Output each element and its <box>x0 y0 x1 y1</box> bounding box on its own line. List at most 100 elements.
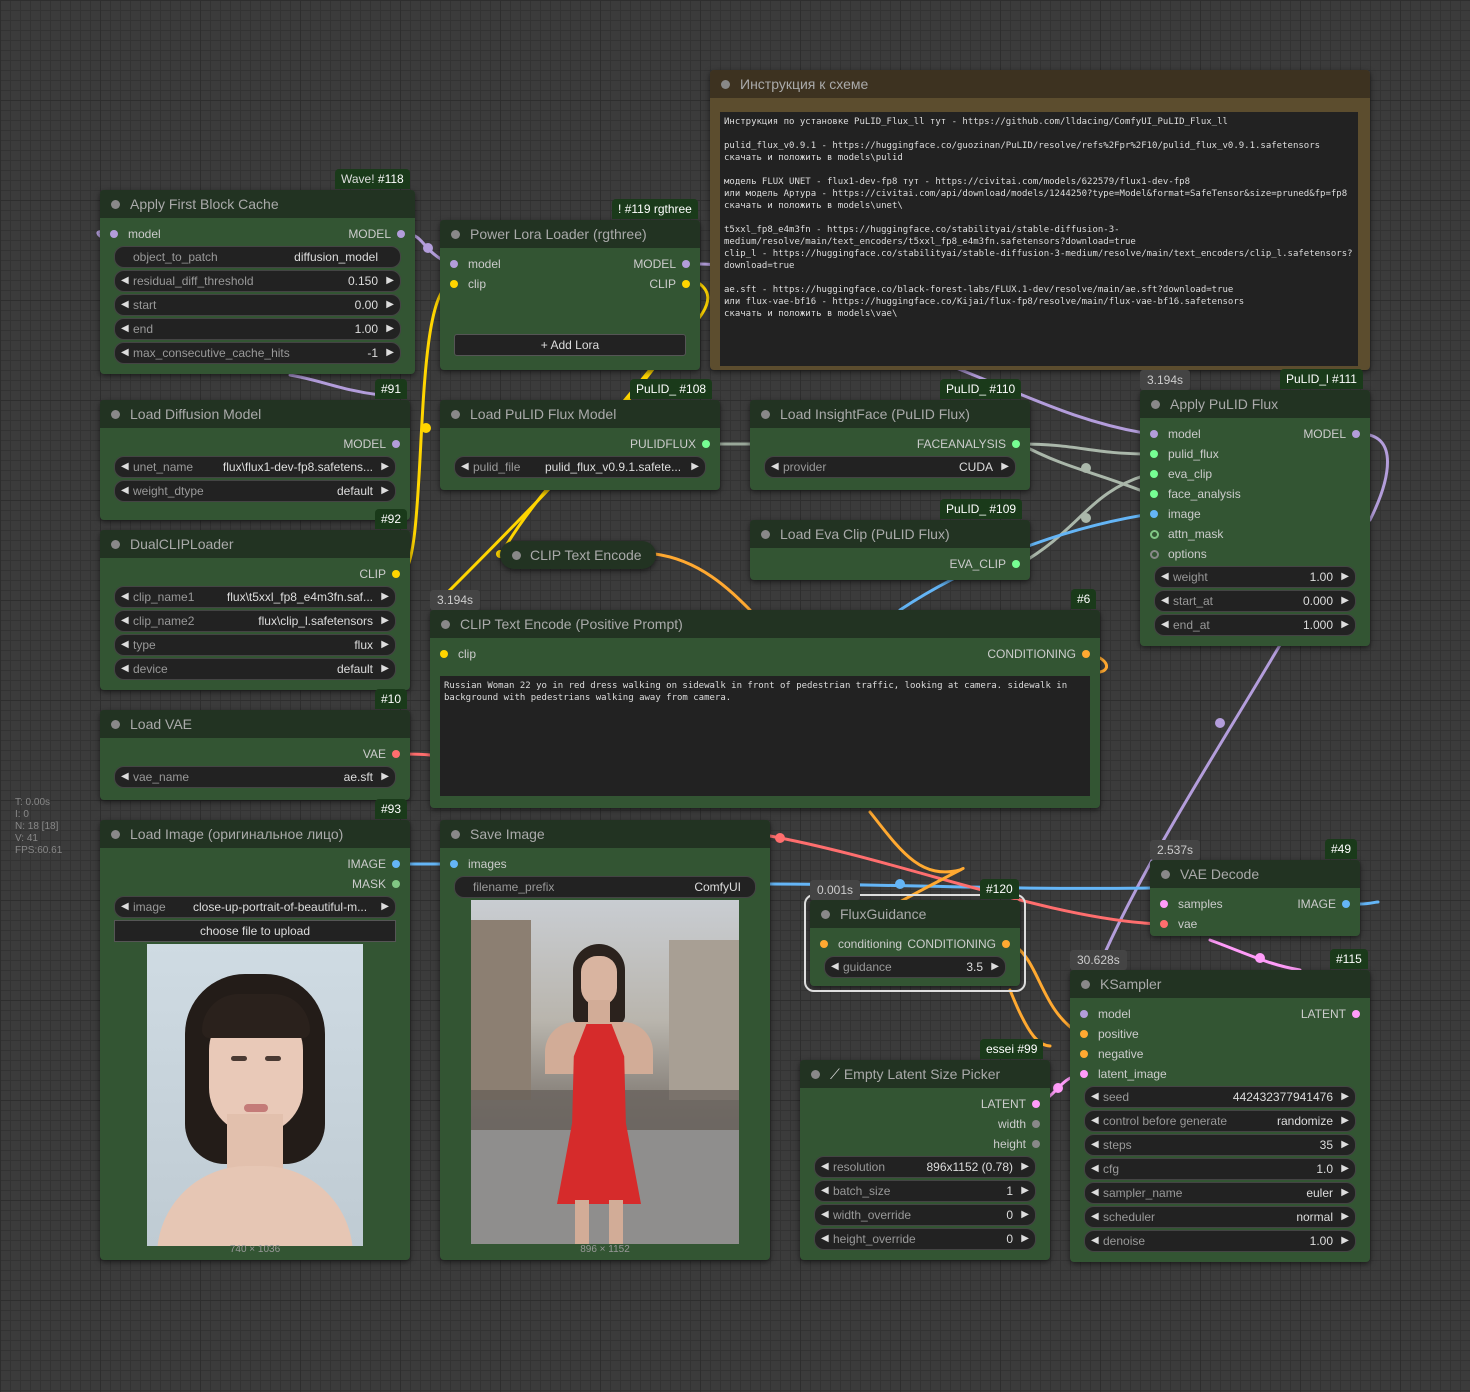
output-latent[interactable]: LATENT <box>981 1094 1040 1114</box>
load-vae-node[interactable]: Load VAE VAE ◀ vae_name ae.sft ▶ <box>100 710 410 800</box>
input-model[interactable]: model <box>110 224 161 244</box>
socket-icon[interactable] <box>1150 510 1158 518</box>
node-header[interactable]: DualCLIPLoader <box>100 530 410 558</box>
type-widget[interactable]: ◀ type flux ▶ <box>114 634 396 656</box>
input-latent-image[interactable]: latent_image <box>1080 1064 1167 1084</box>
collapse-dot-icon[interactable] <box>821 910 830 919</box>
arrow-left-icon[interactable]: ◀ <box>821 1157 829 1177</box>
clip-text-encode-positive-node[interactable]: CLIP Text Encode (Positive Prompt) clip … <box>430 610 1100 808</box>
socket-icon[interactable] <box>682 280 690 288</box>
socket-icon[interactable] <box>1080 1070 1088 1078</box>
input-clip[interactable]: clip <box>450 274 486 294</box>
device-widget[interactable]: ◀ device default ▶ <box>114 658 396 680</box>
node-header[interactable]: Load VAE <box>100 710 410 738</box>
arrow-right-icon[interactable]: ▶ <box>1341 1087 1349 1107</box>
arrow-left-icon[interactable]: ◀ <box>461 457 469 477</box>
input-positive[interactable]: positive <box>1080 1024 1139 1044</box>
clip-name2-widget[interactable]: ◀ clip_name2 flux\clip_l.safetensors ▶ <box>114 610 396 632</box>
arrow-left-icon[interactable]: ◀ <box>1161 591 1169 611</box>
socket-icon[interactable] <box>1150 550 1159 559</box>
socket-icon[interactable] <box>1032 1100 1040 1108</box>
arrow-right-icon[interactable]: ▶ <box>381 457 389 477</box>
socket-icon[interactable] <box>1342 900 1350 908</box>
arrow-left-icon[interactable]: ◀ <box>1091 1087 1099 1107</box>
node-header[interactable]: Load Eva Clip (PuLID Flux) <box>750 520 1030 548</box>
empty-latent-size-picker-node[interactable]: ⟋ Empty Latent Size Picker LATENT width h… <box>800 1060 1050 1260</box>
load-image-node[interactable]: Load Image (оригинальное лицо) IMAGE MAS… <box>100 820 410 1260</box>
input-image[interactable]: image <box>1150 504 1201 524</box>
node-header[interactable]: Load Image (оригинальное лицо) <box>100 820 410 848</box>
instructions-note-node[interactable]: Инструкция к схеме Инструкция по установ… <box>710 70 1370 370</box>
instructions-textarea[interactable]: Инструкция по установке PuLID_Flux_ll ту… <box>720 112 1358 366</box>
socket-icon[interactable] <box>1352 430 1360 438</box>
sampler-name-widget[interactable]: ◀ sampler_name euler ▶ <box>1084 1182 1356 1204</box>
socket-icon[interactable] <box>110 230 118 238</box>
width-override-widget[interactable]: ◀ width_override 0 ▶ <box>814 1204 1036 1226</box>
arrow-left-icon[interactable]: ◀ <box>121 767 129 787</box>
arrow-left-icon[interactable]: ◀ <box>1091 1231 1099 1251</box>
arrow-right-icon[interactable]: ▶ <box>381 767 389 787</box>
collapse-dot-icon[interactable] <box>1161 870 1170 879</box>
arrow-left-icon[interactable]: ◀ <box>121 481 129 501</box>
collapse-dot-icon[interactable] <box>111 200 120 209</box>
arrow-right-icon[interactable]: ▶ <box>1341 1231 1349 1251</box>
input-model[interactable]: model <box>450 254 501 274</box>
filename-prefix-field[interactable]: filename_prefix ComfyUI <box>454 876 756 898</box>
input-vae[interactable]: vae <box>1160 914 1197 934</box>
collapse-dot-icon[interactable] <box>111 720 120 729</box>
collapse-dot-icon[interactable] <box>761 530 770 539</box>
ksampler-node[interactable]: KSampler model LATENT positive negative … <box>1070 970 1370 1262</box>
flux-guidance-node[interactable]: FluxGuidance conditioning CONDITIONING ◀… <box>804 894 1026 992</box>
input-face-analysis[interactable]: face_analysis <box>1150 484 1241 504</box>
input-clip[interactable]: clip <box>440 644 476 664</box>
arrow-left-icon[interactable]: ◀ <box>121 611 129 631</box>
input-model[interactable]: model <box>1150 424 1201 444</box>
socket-icon[interactable] <box>1150 430 1158 438</box>
node-header[interactable]: KSampler <box>1070 970 1370 998</box>
arrow-right-icon[interactable]: ▶ <box>1341 615 1349 635</box>
image-select-widget[interactable]: ◀ image close-up-portrait-of-beautiful-m..… <box>114 896 396 918</box>
arrow-right-icon[interactable]: ▶ <box>1341 567 1349 587</box>
output-clip[interactable]: CLIP <box>359 564 400 584</box>
collapse-dot-icon[interactable] <box>811 1070 820 1079</box>
upload-button[interactable]: choose file to upload <box>114 920 396 942</box>
node-header[interactable]: Apply First Block Cache <box>100 190 415 218</box>
arrow-right-icon[interactable]: ▶ <box>381 635 389 655</box>
arrow-right-icon[interactable]: ▶ <box>386 319 394 339</box>
prompt-textarea[interactable]: Russian Woman 22 yo in red dress walking… <box>440 676 1090 796</box>
output-model[interactable]: MODEL <box>348 224 405 244</box>
output-model[interactable]: MODEL <box>343 434 400 454</box>
node-header[interactable]: Load PuLID Flux Model <box>440 400 720 428</box>
socket-icon[interactable] <box>1150 470 1158 478</box>
arrow-right-icon[interactable]: ▶ <box>381 611 389 631</box>
socket-icon[interactable] <box>1080 1010 1088 1018</box>
provider-widget[interactable]: ◀ provider CUDA ▶ <box>764 456 1016 478</box>
input-samples[interactable]: samples <box>1160 894 1223 914</box>
batch-size-widget[interactable]: ◀ batch_size 1 ▶ <box>814 1180 1036 1202</box>
arrow-left-icon[interactable]: ◀ <box>1091 1135 1099 1155</box>
resolution-widget[interactable]: ◀ resolution 896x1152 (0.78) ▶ <box>814 1156 1036 1178</box>
socket-icon[interactable] <box>1012 560 1020 568</box>
socket-icon[interactable] <box>1150 490 1158 498</box>
arrow-left-icon[interactable]: ◀ <box>121 457 129 477</box>
load-insightface-node[interactable]: Load InsightFace (PuLID Flux) FACEANALYS… <box>750 400 1030 490</box>
input-eva-clip[interactable]: eva_clip <box>1150 464 1212 484</box>
node-header[interactable]: Apply PuLID Flux <box>1140 390 1370 418</box>
socket-icon[interactable] <box>1150 450 1158 458</box>
arrow-left-icon[interactable]: ◀ <box>1091 1159 1099 1179</box>
guidance-widget[interactable]: ◀ guidance 3.5 ▶ <box>824 956 1006 978</box>
apply-first-block-cache-node[interactable]: Apply First Block Cache model MODEL obje… <box>100 190 415 374</box>
arrow-left-icon[interactable]: ◀ <box>1091 1207 1099 1227</box>
arrow-right-icon[interactable]: ▶ <box>381 587 389 607</box>
input-conditioning[interactable]: conditioning <box>820 934 902 954</box>
socket-icon[interactable] <box>392 880 400 888</box>
input-options[interactable]: options <box>1150 544 1207 564</box>
max-cache-hits-widget[interactable]: ◀ max_consecutive_cache_hits -1 ▶ <box>114 342 401 364</box>
arrow-right-icon[interactable]: ▶ <box>386 295 394 315</box>
load-pulid-flux-model-node[interactable]: Load PuLID Flux Model PULIDFLUX ◀ pulid_f… <box>440 400 720 490</box>
arrow-right-icon[interactable]: ▶ <box>1341 1111 1349 1131</box>
arrow-right-icon[interactable]: ▶ <box>1341 591 1349 611</box>
add-lora-button[interactable]: + Add Lora <box>454 334 686 356</box>
seed-widget[interactable]: ◀ seed 442432377941476 ▶ <box>1084 1086 1356 1108</box>
end-widget[interactable]: ◀ end 1.00 ▶ <box>114 318 401 340</box>
